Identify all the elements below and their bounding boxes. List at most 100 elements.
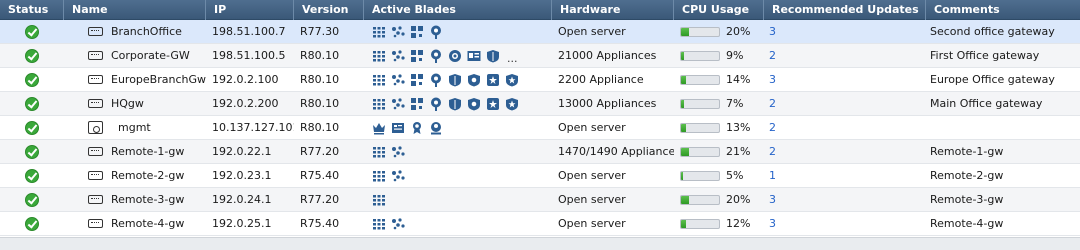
gateway-icon — [88, 171, 103, 180]
smart-event-icon[interactable] — [429, 121, 443, 135]
firewall-blade-icon[interactable] — [372, 169, 386, 183]
name-cell[interactable]: mgmt — [64, 116, 206, 139]
version-cell: R80.10 — [300, 73, 340, 86]
recommended-updates-link[interactable]: 2 — [769, 44, 776, 67]
url-filtering-blade-icon[interactable] — [448, 49, 462, 63]
anti-bot-blade-icon[interactable] — [448, 73, 462, 87]
device-name[interactable]: Remote-2-gw — [111, 164, 184, 187]
column-header-comments[interactable]: Comments — [926, 0, 1080, 20]
vpn-blade-icon[interactable] — [391, 145, 405, 159]
device-name[interactable]: HQgw — [111, 92, 144, 115]
threat-emulation-blade-icon[interactable] — [486, 73, 500, 87]
device-name[interactable]: Corporate-GW — [111, 44, 190, 67]
cpu-usage-fill — [681, 220, 686, 228]
table-row[interactable]: Remote-1-gw 192.0.22.1 R77.20 1470/1490 … — [0, 140, 1080, 164]
column-header-cpu-usage[interactable]: CPU Usage — [674, 0, 764, 20]
more-blades-indicator[interactable]: ... — [507, 48, 518, 64]
status-cell — [0, 164, 64, 187]
column-header-hardware[interactable]: Hardware — [552, 0, 674, 20]
ips-blade-icon[interactable] — [410, 49, 424, 63]
table-row[interactable]: mgmt 10.137.127.101 R80.10 Open server 1… — [0, 116, 1080, 140]
table-row[interactable]: Corporate-GW 198.51.100.5 R80.10 ... 210… — [0, 44, 1080, 68]
firewall-blade-icon[interactable] — [372, 193, 386, 207]
column-header-name[interactable]: Name — [64, 0, 206, 20]
table-row[interactable]: HQgw 192.0.2.200 R80.10 13000 Appliances… — [0, 92, 1080, 116]
ips-blade-icon[interactable] — [410, 25, 424, 39]
compliance-icon[interactable] — [410, 121, 424, 135]
firewall-blade-icon[interactable] — [372, 25, 386, 39]
threat-emulation-blade-icon[interactable] — [486, 97, 500, 111]
firewall-blade-icon[interactable] — [372, 145, 386, 159]
name-cell[interactable]: Remote-2-gw — [64, 164, 206, 187]
application-control-blade-icon[interactable] — [429, 25, 443, 39]
recommended-updates-link[interactable]: 1 — [769, 164, 776, 187]
threat-extraction-blade-icon[interactable] — [505, 97, 519, 111]
firewall-blade-icon[interactable] — [372, 49, 386, 63]
vpn-blade-icon[interactable] — [391, 217, 405, 231]
ip-cell: 192.0.22.1 — [212, 145, 272, 158]
name-cell[interactable]: Remote-1-gw — [64, 140, 206, 163]
status-cell — [0, 68, 64, 91]
name-cell[interactable]: BranchOffice — [64, 20, 206, 43]
hardware-cell: Open server — [558, 121, 626, 134]
recommended-updates-link[interactable]: 2 — [769, 92, 776, 115]
identity-awareness-blade-icon[interactable] — [467, 49, 481, 63]
status-ok-icon — [25, 145, 39, 159]
device-name[interactable]: EuropeBranchGw — [111, 68, 206, 91]
recommended-updates-link[interactable]: 2 — [769, 116, 776, 139]
table-row[interactable]: BranchOffice 198.51.100.7 R77.30 Open se… — [0, 20, 1080, 44]
table-row[interactable]: Remote-3-gw 192.0.24.1 R77.20 Open serve… — [0, 188, 1080, 212]
ips-blade-icon[interactable] — [410, 97, 424, 111]
application-control-blade-icon[interactable] — [429, 73, 443, 87]
anti-bot-blade-icon[interactable] — [448, 97, 462, 111]
vpn-blade-icon[interactable] — [391, 49, 405, 63]
anti-bot-blade-icon[interactable] — [486, 49, 500, 63]
firewall-blade-icon[interactable] — [372, 97, 386, 111]
name-cell[interactable]: Corporate-GW — [64, 44, 206, 67]
recommended-updates-link[interactable]: 3 — [769, 20, 776, 43]
name-cell[interactable]: Remote-3-gw — [64, 188, 206, 211]
column-header-recommended-updates[interactable]: Recommended Updates — [764, 0, 926, 20]
recommended-updates-link[interactable]: 3 — [769, 212, 776, 235]
recommended-updates-cell: 3 — [764, 20, 926, 43]
hardware-cell: Open server — [558, 217, 626, 230]
recommended-updates-link[interactable]: 2 — [769, 140, 776, 163]
application-control-blade-icon[interactable] — [429, 49, 443, 63]
column-header-active-blades[interactable]: Active Blades — [364, 0, 552, 20]
logging-status-icon[interactable] — [391, 121, 405, 135]
device-name[interactable]: Remote-4-gw — [111, 212, 184, 235]
column-header-ip[interactable]: IP — [206, 0, 294, 20]
vpn-blade-icon[interactable] — [391, 25, 405, 39]
name-cell[interactable]: EuropeBranchGw — [64, 68, 206, 91]
name-cell[interactable]: HQgw — [64, 92, 206, 115]
cpu-usage-cell: 5% — [674, 164, 764, 187]
cpu-usage-fill — [681, 148, 689, 156]
ip-cell: 198.51.100.7 — [212, 25, 286, 38]
firewall-blade-icon[interactable] — [372, 217, 386, 231]
blade-icons — [372, 72, 519, 88]
vpn-blade-icon[interactable] — [391, 169, 405, 183]
device-name[interactable]: Remote-3-gw — [111, 188, 184, 211]
anti-virus-blade-icon[interactable] — [467, 73, 481, 87]
ips-blade-icon[interactable] — [410, 73, 424, 87]
column-header-status[interactable]: Status — [0, 0, 64, 20]
table-row[interactable]: Remote-4-gw 192.0.25.1 R75.40 Open serve… — [0, 212, 1080, 236]
vpn-blade-icon[interactable] — [391, 73, 405, 87]
firewall-blade-icon[interactable] — [372, 73, 386, 87]
network-policy-management-icon[interactable] — [372, 121, 386, 135]
column-header-version[interactable]: Version — [294, 0, 364, 20]
cpu-usage-fill — [681, 76, 687, 84]
application-control-blade-icon[interactable] — [429, 97, 443, 111]
anti-virus-blade-icon[interactable] — [467, 97, 481, 111]
device-name[interactable]: Remote-1-gw — [111, 140, 184, 163]
device-name[interactable]: BranchOffice — [111, 20, 182, 43]
name-cell[interactable]: Remote-4-gw — [64, 212, 206, 235]
vpn-blade-icon[interactable] — [391, 97, 405, 111]
device-name[interactable]: mgmt — [118, 116, 151, 139]
ip-cell: 192.0.24.1 — [212, 193, 272, 206]
recommended-updates-link[interactable]: 3 — [769, 188, 776, 211]
table-row[interactable]: Remote-2-gw 192.0.23.1 R75.40 Open serve… — [0, 164, 1080, 188]
recommended-updates-link[interactable]: 3 — [769, 68, 776, 91]
threat-extraction-blade-icon[interactable] — [505, 73, 519, 87]
table-row[interactable]: EuropeBranchGw 192.0.2.100 R80.10 2200 A… — [0, 68, 1080, 92]
